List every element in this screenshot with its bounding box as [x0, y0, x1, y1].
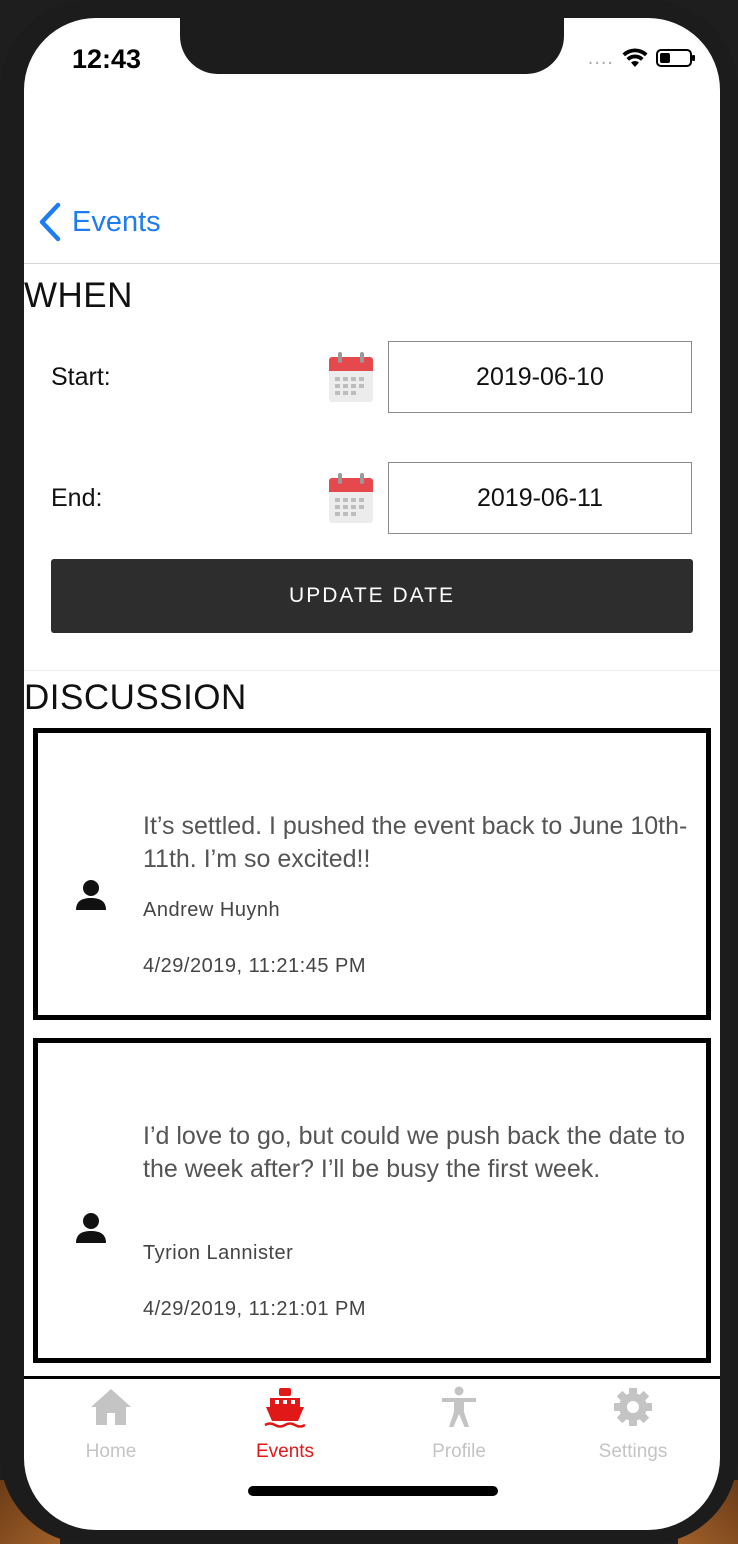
section-divider	[24, 670, 720, 671]
status-time: 12:43	[72, 44, 142, 74]
battery-icon	[656, 49, 695, 67]
tab-label: Home	[85, 1441, 137, 1462]
chevron-left-icon	[39, 202, 61, 242]
tab-label: Profile	[432, 1441, 486, 1462]
tab-label: Settings	[598, 1441, 668, 1462]
person-accessibility-icon	[442, 1386, 476, 1427]
calendar-icon[interactable]	[328, 472, 374, 524]
tab-settings[interactable]: Settings	[546, 1379, 720, 1479]
tab-bar: Home Events Profile Settings	[24, 1379, 720, 1479]
home-indicator[interactable]	[248, 1486, 498, 1496]
home-icon	[91, 1389, 131, 1425]
comment-card: I’d love to go, but could we push back t…	[33, 1038, 711, 1363]
status-icons: ....	[587, 47, 695, 69]
tab-label: Events	[255, 1441, 315, 1462]
signal-dots: ....	[587, 47, 614, 69]
phone-screen: 12:43 .... Events WHEN Start: 2019-06-10…	[24, 18, 720, 1530]
comment-author: Tyrion Lannister	[143, 1242, 294, 1264]
tab-profile[interactable]: Profile	[372, 1379, 546, 1479]
tab-events[interactable]: Events	[198, 1379, 372, 1479]
calendar-icon[interactable]	[328, 351, 374, 403]
start-date-field[interactable]: 2019-06-10	[388, 341, 692, 413]
start-label: Start:	[51, 363, 111, 391]
person-icon	[76, 1213, 106, 1243]
end-label: End:	[51, 484, 103, 512]
person-icon	[76, 880, 106, 910]
wifi-icon	[622, 48, 648, 67]
comment-author: Andrew Huynh	[143, 899, 281, 921]
comment-text: I’d love to go, but could we push back t…	[143, 1122, 686, 1183]
gear-icon	[614, 1388, 652, 1426]
comment-timestamp: 4/29/2019, 11:21:45 PM	[143, 955, 367, 977]
discussion-title: DISCUSSION	[24, 678, 247, 717]
ship-icon	[264, 1388, 306, 1428]
when-title: WHEN	[24, 276, 133, 315]
tab-home[interactable]: Home	[24, 1379, 198, 1479]
notch	[180, 18, 564, 74]
comment-card: It’s settled. I pushed the event back to…	[33, 728, 711, 1020]
comment-text: It’s settled. I pushed the event back to…	[143, 812, 688, 873]
end-date-field[interactable]: 2019-06-11	[388, 462, 692, 534]
comment-timestamp: 4/29/2019, 11:21:01 PM	[143, 1298, 367, 1320]
back-button[interactable]: Events	[38, 202, 161, 242]
back-label: Events	[72, 205, 161, 238]
nav-divider	[24, 263, 720, 264]
update-date-button[interactable]: UPDATE DATE	[51, 559, 693, 633]
